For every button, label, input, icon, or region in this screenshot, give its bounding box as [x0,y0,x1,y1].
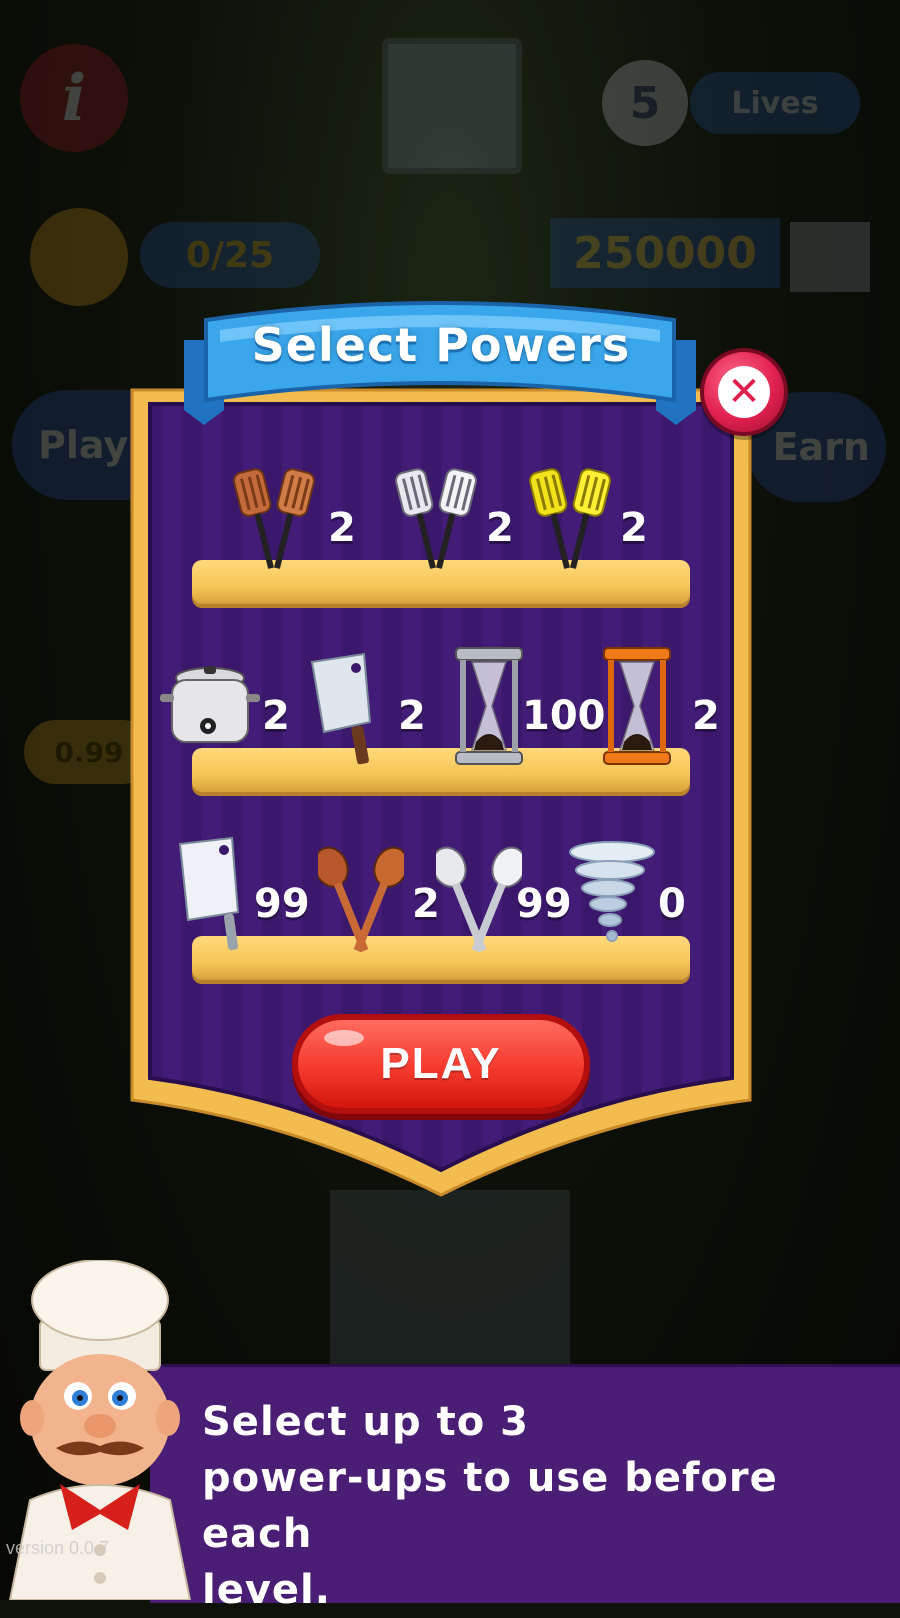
silver-spoons-icon[interactable] [436,836,522,954]
wooden-spoons-icon[interactable] [318,836,404,954]
silver-spatulas-icon[interactable] [392,462,480,574]
power-count: 2 [328,505,356,551]
cleaver-icon[interactable] [304,652,384,768]
silver-hourglass-icon[interactable] [452,646,526,766]
copper-spatulas-icon[interactable] [230,462,318,574]
orange-hourglass-icon[interactable] [600,646,674,766]
power-count: 2 [262,693,290,739]
power-count: 2 [620,505,648,551]
play-button[interactable]: PLAY [292,1014,590,1114]
dialog-title: Select Powers [251,318,631,372]
power-count: 2 [398,693,426,739]
version-label: version 0.0.7 [6,1538,110,1558]
rice-cooker-icon[interactable] [158,664,262,750]
tutorial-text: Select up to 3 power-ups to use before e… [202,1399,778,1613]
close-button[interactable]: ✕ [700,348,788,436]
play-shine [324,1030,364,1046]
power-count: 0 [658,881,686,927]
power-count: 2 [486,505,514,551]
big-cleaver-icon[interactable] [172,836,252,954]
power-count: 100 [522,693,606,739]
power-count: 99 [254,881,310,927]
power-count: 2 [692,693,720,739]
play-label: PLAY [380,1039,502,1088]
gold-spatulas-icon[interactable] [526,462,614,574]
close-x-icon: ✕ [718,366,770,418]
tornado-icon[interactable] [564,840,656,950]
